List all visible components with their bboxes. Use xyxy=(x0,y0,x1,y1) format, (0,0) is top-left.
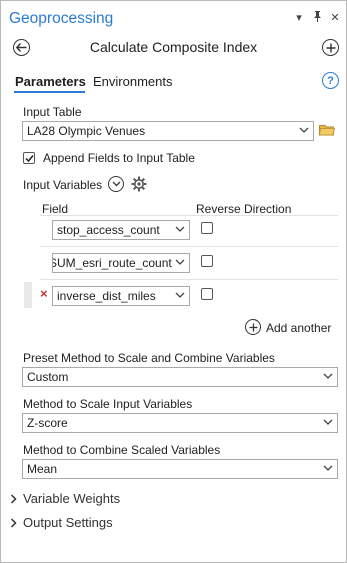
variable-field-dropdown[interactable]: inverse_dist_miles xyxy=(52,286,190,306)
reverse-direction-checkbox[interactable] xyxy=(201,288,213,300)
row-drag-handle[interactable] xyxy=(24,282,32,308)
preset-method-label: Preset Method to Scale and Combine Varia… xyxy=(23,351,275,365)
add-another-button[interactable]: Add another xyxy=(266,321,331,335)
input-table-value: LA28 Olympic Venues xyxy=(27,124,146,138)
append-fields-checkbox[interactable] xyxy=(23,152,35,164)
row-divider xyxy=(40,246,338,247)
variable-field-dropdown[interactable]: SUM_esri_route_count xyxy=(52,253,190,273)
preset-method-dropdown[interactable]: Custom xyxy=(22,367,338,387)
active-tab-indicator xyxy=(14,91,85,93)
input-table-dropdown[interactable]: LA28 Olympic Venues xyxy=(22,121,314,141)
combine-method-label: Method to Combine Scaled Variables xyxy=(23,443,221,457)
tool-title: Calculate Composite Index xyxy=(89,39,258,55)
field-column-header: Field xyxy=(42,202,69,216)
preset-method-value: Custom xyxy=(27,370,69,384)
browse-folder-icon[interactable] xyxy=(319,123,336,141)
pane-title-controls: ▾ ✕ xyxy=(294,11,340,25)
input-variables-label: Input Variables xyxy=(23,178,103,192)
geoprocessing-pane: Geoprocessing ▾ ✕ Calculate Composite In… xyxy=(0,0,347,563)
scale-method-value: Z-score xyxy=(27,416,68,430)
gear-icon[interactable] xyxy=(131,176,147,197)
variable-weights-section[interactable]: Variable Weights xyxy=(10,491,120,506)
tab-environments[interactable]: Environments xyxy=(93,74,172,89)
variable-field-dropdown[interactable]: stop_access_count xyxy=(52,220,190,240)
chevron-right-icon xyxy=(10,493,17,504)
variable-field-value: stop_access_count xyxy=(57,223,160,237)
combine-method-dropdown[interactable]: Mean xyxy=(22,459,338,479)
add-tool-button[interactable] xyxy=(322,39,339,56)
reverse-direction-checkbox[interactable] xyxy=(201,222,213,234)
chevron-down-icon xyxy=(175,292,185,298)
variable-field-value: SUM_esri_route_count xyxy=(52,256,172,270)
output-settings-label: Output Settings xyxy=(23,515,113,530)
variable-weights-label: Variable Weights xyxy=(23,491,121,506)
pane-menu-icon[interactable]: ▾ xyxy=(294,11,304,25)
pane-title: Geoprocessing xyxy=(9,10,114,27)
output-settings-section[interactable]: Output Settings xyxy=(10,515,113,530)
chevron-down-icon xyxy=(299,127,309,133)
reverse-direction-column-header: Reverse Direction xyxy=(196,202,292,216)
pin-icon[interactable] xyxy=(312,11,322,25)
append-fields-label: Append Fields to Input Table xyxy=(43,151,195,165)
error-icon: × xyxy=(40,286,48,301)
table-header-divider xyxy=(40,215,338,216)
variable-field-value: inverse_dist_miles xyxy=(57,289,156,303)
scale-method-dropdown[interactable]: Z-score xyxy=(22,413,338,433)
input-table-label: Input Table xyxy=(23,105,82,119)
chevron-down-icon xyxy=(175,226,185,232)
tab-parameters[interactable]: Parameters xyxy=(15,74,86,89)
row-divider xyxy=(40,279,338,280)
combine-method-value: Mean xyxy=(27,462,58,476)
chevron-down-icon xyxy=(323,465,333,471)
chevron-down-icon xyxy=(175,257,185,267)
chevron-down-icon xyxy=(323,373,333,379)
scale-method-label: Method to Scale Input Variables xyxy=(23,397,193,411)
reverse-direction-checkbox[interactable] xyxy=(201,255,213,267)
chevron-down-icon xyxy=(323,419,333,425)
chevron-right-icon xyxy=(10,517,17,528)
collapse-variables-icon[interactable] xyxy=(108,176,124,192)
add-another-icon[interactable] xyxy=(245,319,261,335)
help-icon[interactable]: ? xyxy=(322,72,339,89)
close-pane-icon[interactable]: ✕ xyxy=(330,11,340,25)
